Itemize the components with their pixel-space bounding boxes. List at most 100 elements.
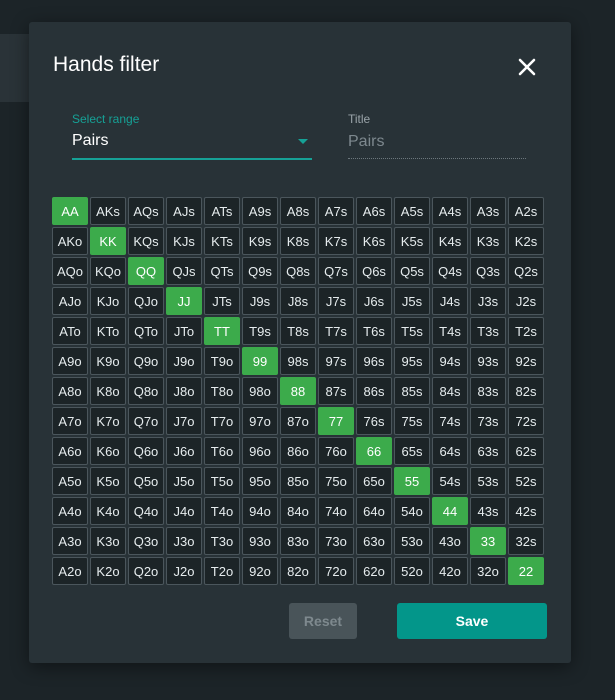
hand-cell-k7s[interactable]: K7s	[318, 227, 354, 255]
hand-cell-75s[interactable]: 75s	[394, 407, 430, 435]
hand-cell-aqo[interactable]: AQo	[52, 257, 88, 285]
hand-cell-j5o[interactable]: J5o	[166, 467, 202, 495]
hand-cell-t5o[interactable]: T5o	[204, 467, 240, 495]
hand-cell-85o[interactable]: 85o	[280, 467, 316, 495]
hand-cell-t9s[interactable]: T9s	[242, 317, 278, 345]
hand-cell-85s[interactable]: 85s	[394, 377, 430, 405]
hand-cell-76s[interactable]: 76s	[356, 407, 392, 435]
hand-cell-74s[interactable]: 74s	[432, 407, 468, 435]
hand-cell-jts[interactable]: JTs	[204, 287, 240, 315]
hand-cell-53o[interactable]: 53o	[394, 527, 430, 555]
hand-cell-92s[interactable]: 92s	[508, 347, 544, 375]
hand-cell-qq[interactable]: QQ	[128, 257, 164, 285]
hand-cell-q2s[interactable]: Q2s	[508, 257, 544, 285]
hand-cell-a3s[interactable]: A3s	[470, 197, 506, 225]
hand-cell-86s[interactable]: 86s	[356, 377, 392, 405]
hand-cell-a2o[interactable]: A2o	[52, 557, 88, 585]
hand-cell-43s[interactable]: 43s	[470, 497, 506, 525]
hand-cell-97s[interactable]: 97s	[318, 347, 354, 375]
hand-cell-98s[interactable]: 98s	[280, 347, 316, 375]
hand-cell-62o[interactable]: 62o	[356, 557, 392, 585]
hand-cell-q3s[interactable]: Q3s	[470, 257, 506, 285]
hand-cell-ajs[interactable]: AJs	[166, 197, 202, 225]
hand-cell-a6o[interactable]: A6o	[52, 437, 88, 465]
hand-cell-k3s[interactable]: K3s	[470, 227, 506, 255]
hand-cell-t9o[interactable]: T9o	[204, 347, 240, 375]
hand-cell-t3s[interactable]: T3s	[470, 317, 506, 345]
hand-cell-j3o[interactable]: J3o	[166, 527, 202, 555]
hand-cell-a3o[interactable]: A3o	[52, 527, 88, 555]
hand-cell-32s[interactable]: 32s	[508, 527, 544, 555]
hand-cell-ajo[interactable]: AJo	[52, 287, 88, 315]
hand-cell-ato[interactable]: ATo	[52, 317, 88, 345]
hand-cell-63o[interactable]: 63o	[356, 527, 392, 555]
hand-cell-kqo[interactable]: KQo	[90, 257, 126, 285]
hand-cell-kk[interactable]: KK	[90, 227, 126, 255]
hand-cell-a4o[interactable]: A4o	[52, 497, 88, 525]
hand-cell-j2o[interactable]: J2o	[166, 557, 202, 585]
hand-cell-92o[interactable]: 92o	[242, 557, 278, 585]
hand-cell-k2s[interactable]: K2s	[508, 227, 544, 255]
hand-cell-k3o[interactable]: K3o	[90, 527, 126, 555]
hand-cell-52o[interactable]: 52o	[394, 557, 430, 585]
hand-cell-a9s[interactable]: A9s	[242, 197, 278, 225]
hand-cell-j2s[interactable]: J2s	[508, 287, 544, 315]
hand-cell-77[interactable]: 77	[318, 407, 354, 435]
hand-cell-kts[interactable]: KTs	[204, 227, 240, 255]
hand-cell-a8s[interactable]: A8s	[280, 197, 316, 225]
hand-cell-jto[interactable]: JTo	[166, 317, 202, 345]
hand-cell-64s[interactable]: 64s	[432, 437, 468, 465]
hand-cell-j8o[interactable]: J8o	[166, 377, 202, 405]
hand-cell-j9o[interactable]: J9o	[166, 347, 202, 375]
hand-cell-k5o[interactable]: K5o	[90, 467, 126, 495]
hand-cell-tt[interactable]: TT	[204, 317, 240, 345]
hand-cell-66[interactable]: 66	[356, 437, 392, 465]
hand-cell-t7s[interactable]: T7s	[318, 317, 354, 345]
hand-cell-q6s[interactable]: Q6s	[356, 257, 392, 285]
hand-cell-j3s[interactable]: J3s	[470, 287, 506, 315]
hand-cell-64o[interactable]: 64o	[356, 497, 392, 525]
hand-cell-t6o[interactable]: T6o	[204, 437, 240, 465]
hand-cell-q2o[interactable]: Q2o	[128, 557, 164, 585]
hand-cell-k8o[interactable]: K8o	[90, 377, 126, 405]
hand-cell-q5o[interactable]: Q5o	[128, 467, 164, 495]
hand-cell-t8s[interactable]: T8s	[280, 317, 316, 345]
close-button[interactable]	[513, 53, 541, 81]
hand-cell-83s[interactable]: 83s	[470, 377, 506, 405]
hand-cell-t7o[interactable]: T7o	[204, 407, 240, 435]
hand-cell-k2o[interactable]: K2o	[90, 557, 126, 585]
hand-cell-55[interactable]: 55	[394, 467, 430, 495]
hand-cell-87s[interactable]: 87s	[318, 377, 354, 405]
hand-cell-t6s[interactable]: T6s	[356, 317, 392, 345]
hand-cell-t4s[interactable]: T4s	[432, 317, 468, 345]
hand-cell-aa[interactable]: AA	[52, 197, 88, 225]
title-input[interactable]	[348, 130, 518, 154]
hand-cell-97o[interactable]: 97o	[242, 407, 278, 435]
hand-cell-94o[interactable]: 94o	[242, 497, 278, 525]
hand-cell-82o[interactable]: 82o	[280, 557, 316, 585]
hand-cell-q6o[interactable]: Q6o	[128, 437, 164, 465]
hand-cell-32o[interactable]: 32o	[470, 557, 506, 585]
hand-cell-q4o[interactable]: Q4o	[128, 497, 164, 525]
hand-cell-j7s[interactable]: J7s	[318, 287, 354, 315]
hand-cell-k9s[interactable]: K9s	[242, 227, 278, 255]
hand-cell-k6o[interactable]: K6o	[90, 437, 126, 465]
hand-cell-j6o[interactable]: J6o	[166, 437, 202, 465]
hand-cell-74o[interactable]: 74o	[318, 497, 354, 525]
hand-cell-kjo[interactable]: KJo	[90, 287, 126, 315]
hand-cell-q7o[interactable]: Q7o	[128, 407, 164, 435]
hand-cell-a6s[interactable]: A6s	[356, 197, 392, 225]
hand-cell-a2s[interactable]: A2s	[508, 197, 544, 225]
hand-cell-a7o[interactable]: A7o	[52, 407, 88, 435]
hand-cell-42s[interactable]: 42s	[508, 497, 544, 525]
hand-cell-q3o[interactable]: Q3o	[128, 527, 164, 555]
hand-cell-qjo[interactable]: QJo	[128, 287, 164, 315]
hand-cell-99[interactable]: 99	[242, 347, 278, 375]
hand-cell-jj[interactable]: JJ	[166, 287, 202, 315]
hand-cell-j9s[interactable]: J9s	[242, 287, 278, 315]
hand-cell-j4o[interactable]: J4o	[166, 497, 202, 525]
hand-cell-43o[interactable]: 43o	[432, 527, 468, 555]
hand-cell-98o[interactable]: 98o	[242, 377, 278, 405]
hand-cell-ats[interactable]: ATs	[204, 197, 240, 225]
hand-cell-q5s[interactable]: Q5s	[394, 257, 430, 285]
